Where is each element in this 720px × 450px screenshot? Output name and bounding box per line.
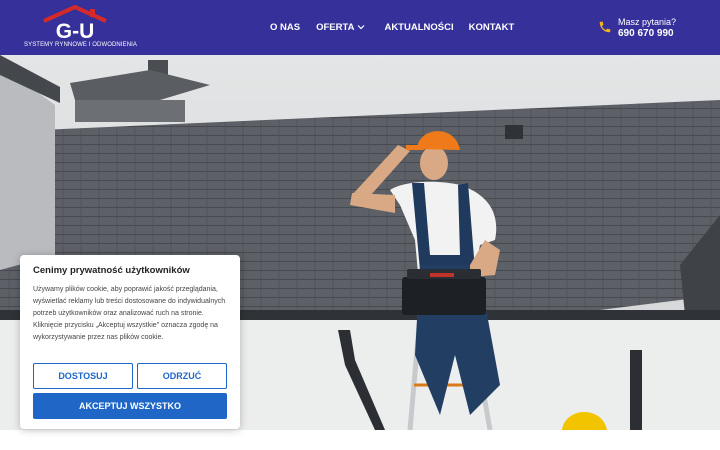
phone-icon xyxy=(599,21,611,33)
nav-label: AKTUALNOŚCI xyxy=(384,21,454,33)
contact-phone[interactable]: 690 670 990 xyxy=(618,28,674,39)
nav-label: OFERTA xyxy=(316,21,355,33)
logo-mark: G-U xyxy=(43,5,107,41)
page-below-hero xyxy=(0,430,720,450)
nav-item-kontakt[interactable]: KONTAKT xyxy=(469,20,515,34)
contact-question: Masz pytania? xyxy=(618,17,677,27)
cookie-body: Używamy plików cookie, aby poprawić jako… xyxy=(33,286,226,341)
logo-text: G-U xyxy=(56,20,95,41)
reject-button[interactable]: ODRZUĆ xyxy=(137,363,227,389)
cookie-consent-dialog: Cenimy prywatność użytkowników Używamy p… xyxy=(20,255,240,429)
logo[interactable]: G-U SYSTEMY RYNNOWE I ODWODNIENIA xyxy=(24,5,138,51)
main-nav: O NAS OFERTA AKTUALNOŚCI KONTAKT xyxy=(270,20,514,34)
nav-label: O NAS xyxy=(270,21,301,33)
cookie-title: Cenimy prywatność użytkowników xyxy=(33,265,190,276)
nav-item-aktualnosci[interactable]: AKTUALNOŚCI xyxy=(384,20,453,34)
site-header: G-U SYSTEMY RYNNOWE I ODWODNIENIA O NAS … xyxy=(0,0,720,55)
chevron-down-icon xyxy=(358,25,365,30)
nav-item-oferta[interactable]: OFERTA xyxy=(316,20,365,34)
accept-all-button[interactable]: AKCEPTUJ WSZYSTKO xyxy=(33,393,227,419)
nav-label: KONTAKT xyxy=(468,21,515,33)
logo-tagline: SYSTEMY RYNNOWE I ODWODNIENIA xyxy=(24,42,138,48)
customize-button[interactable]: DOSTOSUJ xyxy=(33,363,133,389)
nav-item-o-nas[interactable]: O NAS xyxy=(270,20,300,34)
